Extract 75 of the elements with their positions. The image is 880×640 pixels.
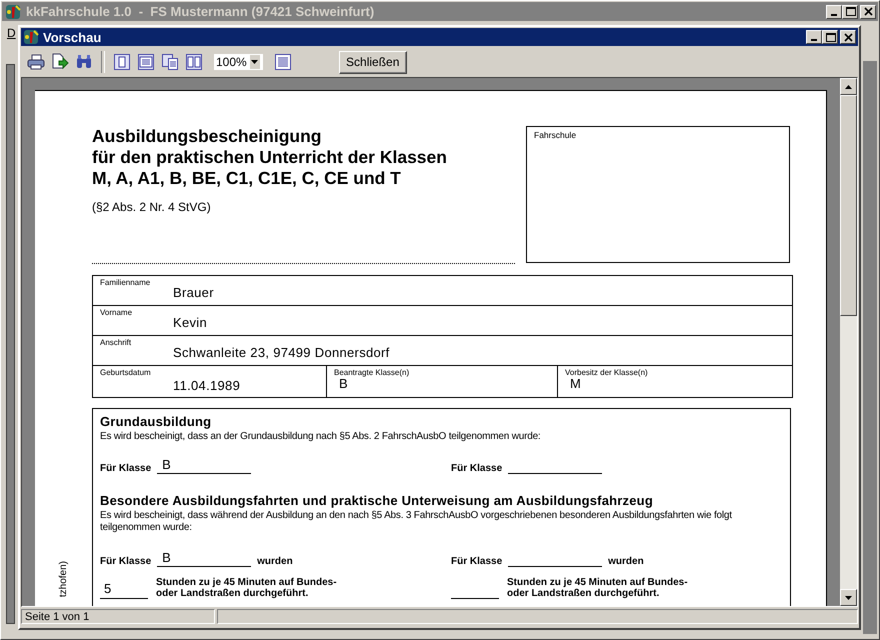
maximize-icon (844, 6, 856, 17)
overlapping-pages-icon (161, 53, 179, 71)
field-label: Anschrift (100, 338, 132, 347)
app-logo-icon (23, 29, 39, 45)
class-label: Für Klasse (100, 463, 152, 474)
vertical-scrollbar[interactable] (840, 78, 857, 606)
close-icon (842, 32, 854, 42)
hours-text: Stunden zu je 45 Minuten auf Bundes- oder Landstraßen durchgeführt. (156, 577, 337, 599)
field-label: Beantragte Klasse(n) (334, 368, 410, 377)
field-label: Vorname (100, 308, 134, 317)
field-value: Kevin (173, 315, 208, 330)
multi-page-button[interactable] (160, 52, 180, 72)
close-button[interactable] (840, 30, 856, 44)
suffix-text: wurden (257, 556, 293, 567)
minimize-icon (811, 39, 817, 41)
section-heading: Grundausbildung (100, 414, 212, 429)
certificate-title: für den praktischen Unterricht der Klassen (92, 147, 448, 168)
section-text: Es wird bescheinigt, dass an der Grundausbildung nach §5 Abs. 2 FahrschAusbO teilgenommen wurde: (100, 431, 542, 443)
field-value: B (339, 376, 348, 391)
printer-icon (27, 53, 45, 71)
suffix-text: wurden (608, 556, 644, 567)
scroll-up-button[interactable] (840, 78, 857, 95)
menu-item[interactable]: D (1, 21, 18, 42)
field-label: Geburtsdatum (100, 368, 152, 377)
minimize-button[interactable] (826, 4, 842, 18)
class-label: Für Klasse (451, 556, 502, 567)
field-label: Familienname (100, 278, 152, 287)
binoculars-icon (75, 53, 93, 71)
field-value: Brauer (173, 285, 215, 300)
close-icon (862, 6, 874, 17)
dropdown-arrow-icon (251, 60, 258, 64)
section-text: Es wird bescheinigt, dass während der Ausbildung an den nach §5 Abs. 3 FahrschAusbO vorgeschriebenen besonderen Ausbildungsfahrten wie folgt teilgenommen wurde: (100, 510, 733, 534)
maximize-button[interactable] (842, 4, 858, 18)
close-button[interactable] (860, 4, 876, 18)
field-value: 11.04.1989 (173, 378, 242, 393)
maximize-icon (824, 32, 836, 42)
minimize-button[interactable] (806, 30, 822, 44)
zoom-dropdown[interactable]: 100% (214, 54, 263, 70)
field-value: M (570, 376, 582, 391)
single-page-icon (113, 53, 131, 71)
page-arrow-icon (51, 53, 69, 71)
export-button[interactable] (50, 52, 70, 72)
field-label: Vorbesitz der Klasse(n) (565, 368, 649, 377)
page-width-icon (137, 53, 155, 71)
scroll-thumb[interactable] (840, 95, 857, 316)
single-page-button[interactable] (112, 52, 132, 72)
hours-text: Stunden zu je 45 Minuten auf Bundes- oder Landstraßen durchgeführt. (507, 577, 688, 599)
class-label: Für Klasse (100, 556, 152, 567)
text-lines-icon (274, 53, 292, 71)
status-text: Seite 1 von 1 (21, 609, 215, 624)
print-button[interactable] (26, 52, 46, 72)
section-heading: Besondere Ausbildungsfahrten und praktische Unterweisung am Ausbildungsfahrzeug (100, 493, 654, 508)
lines-button[interactable] (272, 52, 293, 72)
certificate-title: M, A, A1, B, BE, C1, C1E, C, CE und T (92, 168, 402, 189)
app-logo-icon (5, 4, 21, 20)
scroll-down-button[interactable] (840, 589, 857, 606)
hours-input-line: 5 (100, 581, 148, 599)
minimize-icon (831, 14, 837, 16)
up-arrow-icon (845, 84, 852, 88)
class-input-line: B (157, 551, 252, 567)
class-label: Für Klasse (451, 463, 502, 474)
field-value: Schwanleite 23, 97499 Donnersdorf (173, 345, 391, 360)
maximize-button[interactable] (822, 30, 838, 44)
two-pages-icon (185, 53, 203, 71)
legal-reference: (§2 Abs. 2 Nr. 4 StVG) (92, 200, 212, 214)
window-title: kkFahrschule 1.0 - FS Mustermann (97421 Schweinfurt) (26, 4, 376, 19)
window-title: Vorschau (43, 30, 102, 44)
margin-note: tzhofen) (58, 560, 69, 597)
down-arrow-icon (845, 596, 852, 600)
close-preview-button[interactable]: Schließen (338, 50, 407, 74)
certificate-title: Ausbildungsbescheinigung (92, 126, 322, 147)
class-input-line: B (157, 458, 252, 474)
school-box-label: Fahrschule (534, 130, 576, 140)
two-pages-button[interactable] (184, 52, 204, 72)
page-width-button[interactable] (136, 52, 156, 72)
